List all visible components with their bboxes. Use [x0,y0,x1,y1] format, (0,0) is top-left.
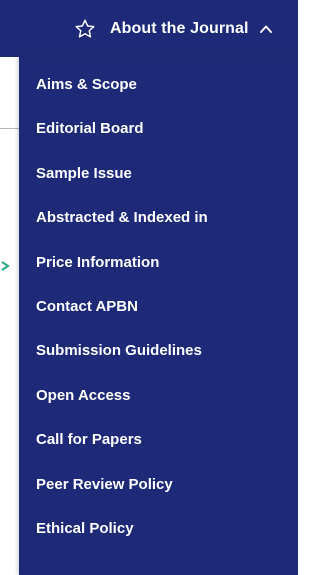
page: About the Journal Aims & Scope Editorial… [0,0,299,575]
star-outline-icon [75,19,95,38]
menu-item-submission-guidelines[interactable]: Submission Guidelines [19,329,298,373]
menu-item-open-access[interactable]: Open Access [19,374,298,418]
menu-item-contact[interactable]: Contact APBN [19,285,298,329]
background-divider [0,128,20,129]
menu-item-peer-review-policy[interactable]: Peer Review Policy [19,463,298,507]
dropdown-menu: Aims & Scope Editorial Board Sample Issu… [19,57,298,575]
about-journal-menu-toggle[interactable]: About the Journal [0,0,298,57]
arrow-right-icon [1,261,10,271]
menu-item-editorial-board[interactable]: Editorial Board [19,107,298,151]
menu-item-price-information[interactable]: Price Information [19,241,298,285]
menu-title: About the Journal [110,19,249,37]
chevron-up-icon [259,25,272,33]
menu-item-call-for-papers[interactable]: Call for Papers [19,418,298,462]
menu-item-ethical-policy[interactable]: Ethical Policy [19,507,298,551]
menu-item-aims-scope[interactable]: Aims & Scope [19,63,298,107]
menu-item-abstracted-indexed[interactable]: Abstracted & Indexed in [19,196,298,240]
menu-item-sample-issue[interactable]: Sample Issue [19,152,298,196]
